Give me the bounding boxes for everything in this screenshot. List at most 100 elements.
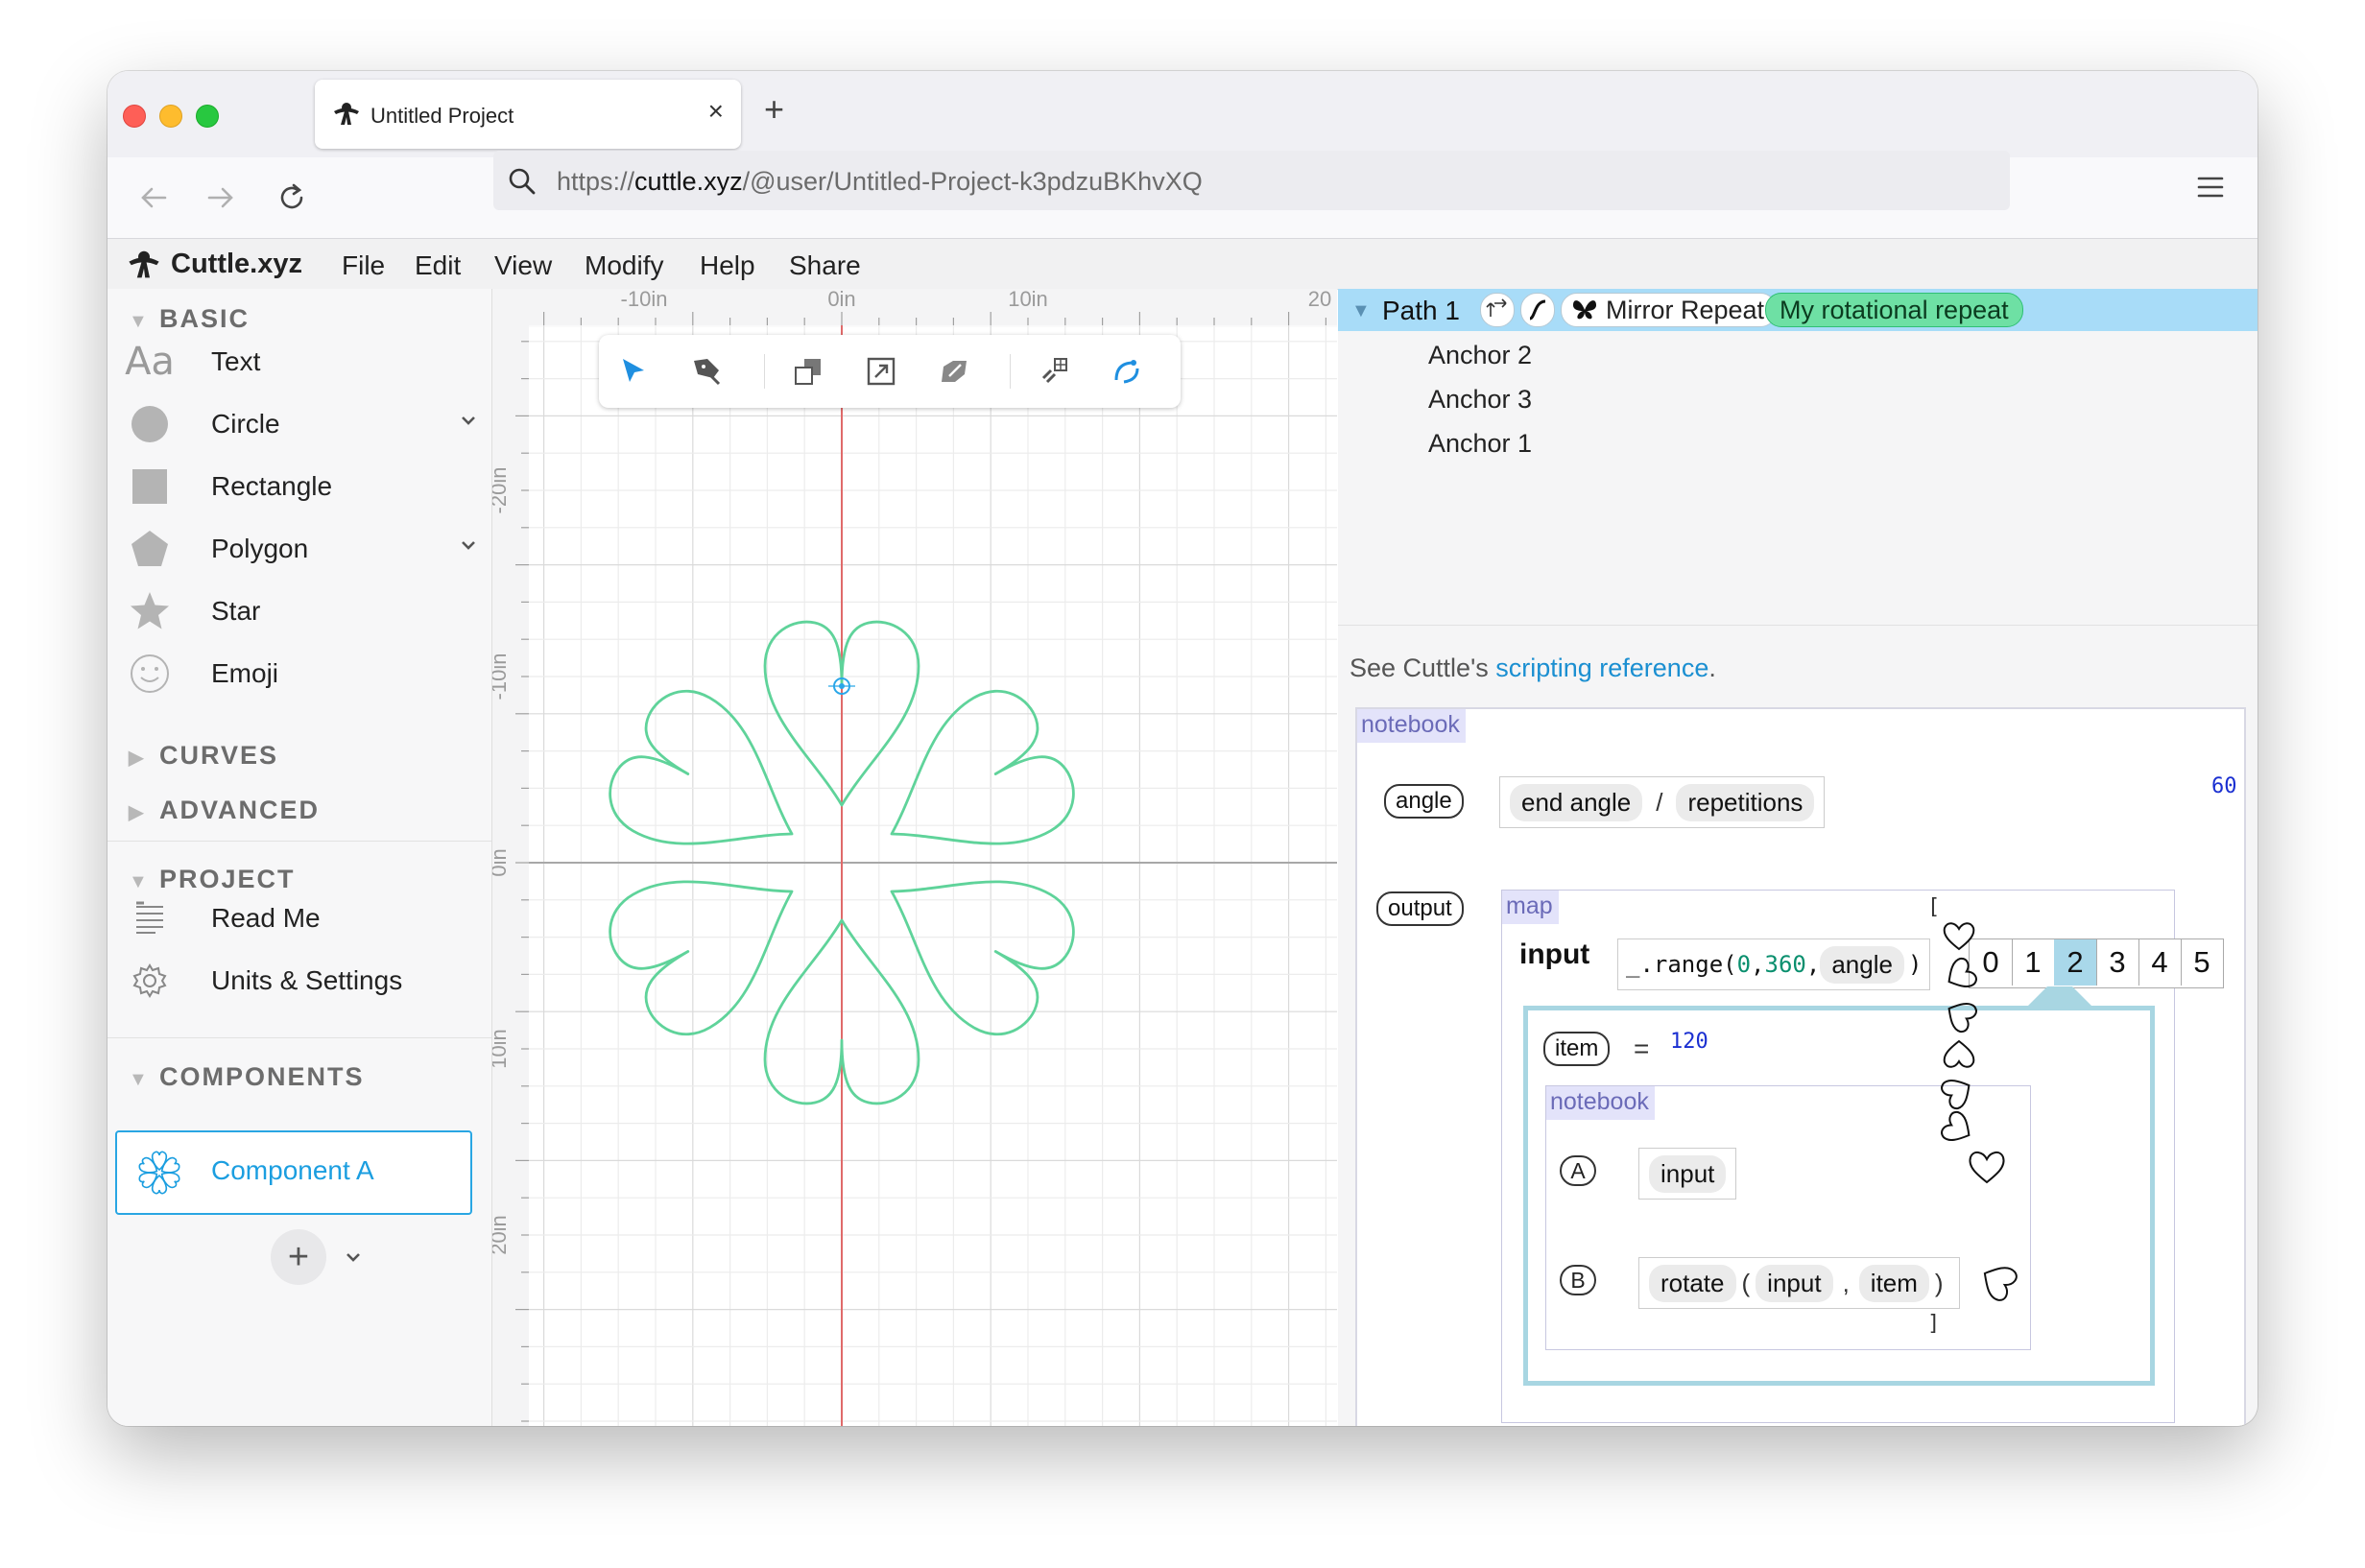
comma: ,: [1842, 1268, 1850, 1297]
notebook-tag: notebook: [1357, 709, 1466, 743]
smiley-icon: [129, 653, 171, 695]
divider: [108, 1037, 491, 1038]
close-window-button[interactable]: [123, 105, 146, 128]
section-components-header[interactable]: ▼ COMPONENTS: [129, 1062, 365, 1092]
sidebar-item-polygon[interactable]: Polygon: [129, 524, 475, 574]
curve-edit-icon[interactable]: [1108, 352, 1146, 391]
address-bar[interactable]: https://cuttle.xyz/@user/Untitled-Projec…: [493, 151, 2010, 210]
component-a-item[interactable]: Component A: [115, 1130, 472, 1215]
app-name: Cuttle.xyz: [171, 248, 302, 279]
section-curves-header[interactable]: ▶ CURVES: [129, 741, 278, 771]
new-tab-button[interactable]: +: [764, 90, 784, 129]
map-block: map input _.range(0, 360, angle) 0 1 2 3…: [1501, 890, 2224, 1423]
index-2[interactable]: 2: [2054, 939, 2097, 986]
open-bracket: [: [1927, 895, 1941, 919]
butterfly-icon: [1573, 300, 1596, 320]
bring-backward-icon[interactable]: [789, 352, 827, 391]
range-expression[interactable]: _.range(0, 360, angle): [1617, 938, 1931, 990]
index-1[interactable]: 1: [2012, 939, 2055, 986]
app-brand[interactable]: Cuttle.xyz: [127, 247, 302, 281]
paren-open: (: [1741, 1268, 1751, 1297]
curve-s-icon[interactable]: [1520, 293, 1555, 327]
token-input[interactable]: input: [1649, 1154, 1727, 1193]
mirror-repeat-modifier[interactable]: Mirror Repeat: [1561, 293, 1778, 327]
minimize-window-button[interactable]: [159, 105, 182, 128]
menu-share[interactable]: Share: [789, 250, 861, 281]
sidebar-item-rectangle[interactable]: Rectangle: [129, 462, 474, 511]
add-component-button[interactable]: +: [271, 1229, 326, 1285]
sidebar-item-text[interactable]: Aa Text: [125, 337, 474, 387]
menu-file[interactable]: File: [342, 250, 385, 281]
paren-close: ): [1934, 1268, 1944, 1297]
chevron-down-icon[interactable]: [459, 411, 478, 430]
ruler-top-label: 0in: [827, 289, 855, 311]
sidebar-item-circle[interactable]: Circle: [129, 399, 475, 449]
output-variable[interactable]: output: [1376, 891, 1464, 926]
chevron-down-icon[interactable]: [344, 1247, 363, 1267]
cuttle-logo-icon: [332, 99, 361, 128]
gear-icon: [129, 960, 171, 1002]
map-tag: map: [1502, 891, 1559, 924]
expand-triangle-icon[interactable]: ▼: [1351, 300, 1371, 322]
select-arrow-icon[interactable]: [614, 352, 653, 391]
chevron-down-icon[interactable]: [459, 535, 478, 555]
reload-icon[interactable]: [275, 180, 309, 215]
token-end-angle[interactable]: end angle: [1510, 783, 1643, 821]
maximize-window-button[interactable]: [196, 105, 219, 128]
anchor-item[interactable]: Anchor 2: [1428, 341, 1532, 370]
output-heart-icon: [1941, 1079, 1971, 1109]
menu-view[interactable]: View: [494, 250, 552, 281]
sidebar-item-star[interactable]: Star: [129, 586, 474, 636]
link-path-icon[interactable]: [1035, 352, 1073, 391]
section-basic-header[interactable]: ▼ BASIC: [129, 304, 250, 334]
output-heart-icon: [1941, 1111, 1971, 1142]
output-heart-icon: [1943, 1039, 1975, 1068]
expression-a[interactable]: input: [1638, 1148, 1737, 1200]
path-row[interactable]: ▼ Path 1 Mirror Repeat My rotational rep…: [1338, 289, 2258, 331]
token-rotate[interactable]: rotate: [1649, 1264, 1736, 1302]
index-3[interactable]: 3: [2096, 939, 2139, 986]
rotational-repeat-modifier[interactable]: My rotational repeat: [1765, 293, 2023, 327]
section-advanced-header[interactable]: ▶ ADVANCED: [129, 796, 320, 825]
index-4[interactable]: 4: [2138, 939, 2182, 986]
scripting-reference-link[interactable]: scripting reference: [1495, 653, 1708, 682]
ruler-left-label: -10in: [492, 653, 511, 701]
rotate-transform-icon[interactable]: [935, 352, 973, 391]
section-project-header[interactable]: ▼ PROJECT: [129, 865, 296, 894]
anchor-item[interactable]: Anchor 1: [1428, 429, 1532, 459]
sidebar-item-read-me[interactable]: Read Me: [129, 893, 474, 943]
notebook: notebook angle end angle / repetitions 6…: [1355, 707, 2246, 1426]
back-arrow-icon[interactable]: [136, 180, 171, 215]
token-angle[interactable]: angle: [1820, 945, 1904, 984]
variable-b[interactable]: B: [1560, 1265, 1596, 1295]
tab-close-icon[interactable]: ×: [708, 97, 724, 126]
forward-arrow-icon[interactable]: [203, 180, 238, 215]
angle-expression[interactable]: end angle / repetitions: [1499, 776, 1826, 828]
browser-tab[interactable]: Untitled Project ×: [315, 80, 741, 149]
angle-variable[interactable]: angle: [1384, 784, 1464, 819]
design-canvas[interactable]: -10in 0in 10in 20 -20in -10in 0in 10in 2…: [492, 289, 1337, 1426]
variable-a[interactable]: A: [1560, 1155, 1596, 1186]
menu-modify[interactable]: Modify: [585, 250, 663, 281]
token-repetitions[interactable]: repetitions: [1676, 783, 1815, 821]
menu-help[interactable]: Help: [700, 250, 755, 281]
transform-arrows-icon[interactable]: [1480, 293, 1515, 327]
bring-forward-icon[interactable]: [862, 352, 900, 391]
component-label: Component A: [211, 1155, 374, 1185]
menu-edit[interactable]: Edit: [415, 250, 461, 281]
item-value: 120: [1670, 1030, 1708, 1054]
expression-b[interactable]: rotate ( input , item ): [1638, 1257, 1960, 1309]
anchor-item[interactable]: Anchor 3: [1428, 385, 1532, 415]
token-input[interactable]: input: [1756, 1264, 1833, 1302]
index-5[interactable]: 5: [2181, 939, 2223, 986]
sidebar-item-emoji[interactable]: Emoji: [129, 649, 474, 699]
ruler-top-label: 20: [1308, 289, 1331, 311]
browser-window: Untitled Project × + https://cuttle.xyz/…: [108, 71, 2258, 1426]
heart-preview-icon: [1969, 1152, 2005, 1184]
pen-tool-icon[interactable]: [687, 352, 726, 391]
token-item[interactable]: item: [1858, 1264, 1929, 1302]
item-variable[interactable]: item: [1543, 1032, 1611, 1066]
sidebar-item-units-settings[interactable]: Units & Settings: [129, 956, 474, 1006]
hamburger-menu-icon[interactable]: [2196, 175, 2225, 200]
item-block: item = 120 notebook A input B rotate (i…: [1523, 1006, 2155, 1386]
